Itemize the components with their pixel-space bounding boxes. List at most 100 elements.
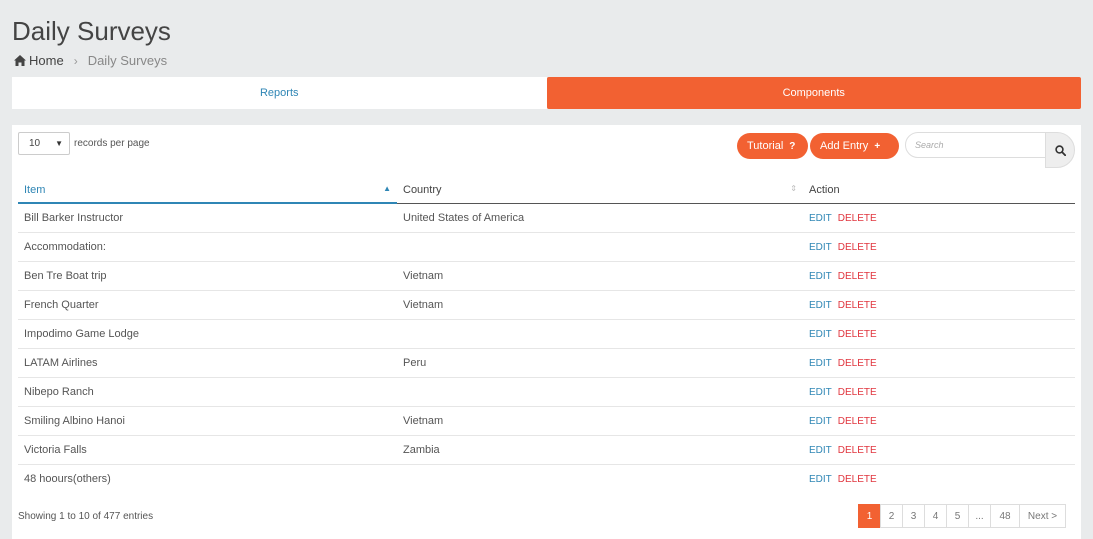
sort-ascending-icon: ▲ xyxy=(383,184,391,193)
question-icon: ? xyxy=(789,140,796,152)
cell-item: Smiling Albino Hanoi xyxy=(18,406,397,436)
breadcrumb-home-label: Home xyxy=(29,53,64,68)
edit-link[interactable]: EDIT xyxy=(809,213,832,224)
entries-table: Item ▲ Country ⇕ Action Bill Barker Inst… xyxy=(18,177,1075,493)
table-row: Accommodation: EDIT DELETE xyxy=(18,232,1075,262)
delete-link[interactable]: DELETE xyxy=(838,242,877,253)
table-row: Nibepo Ranch EDIT DELETE xyxy=(18,377,1075,407)
delete-link[interactable]: DELETE xyxy=(838,300,877,311)
table-row: 48 hoours(others) EDIT DELETE xyxy=(18,464,1075,493)
column-header-country-label: Country xyxy=(403,183,442,196)
page-button-48[interactable]: 48 xyxy=(990,504,1020,528)
cell-item: Victoria Falls xyxy=(18,435,397,465)
page-title: Daily Surveys xyxy=(12,16,171,46)
page-button-4[interactable]: 4 xyxy=(924,504,947,528)
table-row: French Quarter Vietnam EDIT DELETE xyxy=(18,290,1075,320)
edit-link[interactable]: EDIT xyxy=(809,445,832,456)
caret-down-icon: ▼ xyxy=(55,139,63,148)
edit-link[interactable]: EDIT xyxy=(809,387,832,398)
edit-link[interactable]: EDIT xyxy=(809,416,832,427)
cell-country xyxy=(397,232,803,262)
cell-item: LATAM Airlines xyxy=(18,348,397,378)
search-icon xyxy=(1054,144,1066,156)
edit-link[interactable]: EDIT xyxy=(809,358,832,369)
table-row: Victoria Falls Zambia EDIT DELETE xyxy=(18,435,1075,465)
cell-item: Bill Barker Instructor xyxy=(18,203,397,233)
cell-country: Vietnam xyxy=(397,290,803,320)
edit-link[interactable]: EDIT xyxy=(809,271,832,282)
add-entry-button[interactable]: Add Entry + xyxy=(810,133,899,159)
page-ellipsis: ... xyxy=(968,504,991,528)
pagination: 1 2 3 4 5 ... 48 Next > xyxy=(858,504,1066,528)
delete-link[interactable]: DELETE xyxy=(838,474,877,485)
cell-country: Vietnam xyxy=(397,406,803,436)
cell-country: Peru xyxy=(397,348,803,378)
records-per-page-value: 10 xyxy=(29,138,41,149)
cell-action: EDIT DELETE xyxy=(803,203,1075,233)
page-button-2[interactable]: 2 xyxy=(880,504,903,528)
column-header-action-label: Action xyxy=(809,183,840,196)
cell-action: EDIT DELETE xyxy=(803,464,1075,493)
search-input[interactable] xyxy=(905,132,1050,158)
plus-icon: + xyxy=(874,140,881,152)
tutorial-button[interactable]: Tutorial ? xyxy=(737,133,808,159)
cell-country xyxy=(397,319,803,349)
table-row: Impodimo Game Lodge EDIT DELETE xyxy=(18,319,1075,349)
edit-link[interactable]: EDIT xyxy=(809,329,832,340)
edit-link[interactable]: EDIT xyxy=(809,474,832,485)
cell-item: 48 hoours(others) xyxy=(24,472,111,485)
column-header-action: Action xyxy=(803,177,1075,204)
cell-action: EDIT DELETE xyxy=(803,348,1075,378)
records-per-page-select[interactable]: 10 ▼ xyxy=(18,132,70,155)
breadcrumb-home[interactable]: Home xyxy=(14,53,64,68)
chevron-right-icon: › xyxy=(73,53,78,68)
edit-link[interactable]: EDIT xyxy=(809,300,832,311)
column-header-country[interactable]: Country ⇕ xyxy=(397,177,803,204)
cell-action: EDIT DELETE xyxy=(803,232,1075,262)
page-button-5[interactable]: 5 xyxy=(946,504,969,528)
table-row: LATAM Airlines Peru EDIT DELETE xyxy=(18,348,1075,378)
cell-country: Vietnam xyxy=(397,261,803,291)
records-per-page-control: 10 ▼ records per page xyxy=(18,132,150,155)
cell-action: EDIT DELETE xyxy=(803,377,1075,407)
delete-link[interactable]: DELETE xyxy=(838,213,877,224)
delete-link[interactable]: DELETE xyxy=(838,416,877,427)
records-per-page-label: records per page xyxy=(74,138,150,149)
home-icon xyxy=(14,55,26,66)
delete-link[interactable]: DELETE xyxy=(838,445,877,456)
tab-bar: Reports Components xyxy=(12,77,1081,109)
column-header-item[interactable]: Item ▲ xyxy=(18,177,397,204)
tutorial-label: Tutorial xyxy=(747,140,784,152)
delete-link[interactable]: DELETE xyxy=(838,387,877,398)
column-header-item-label: Item xyxy=(24,183,46,196)
edit-link[interactable]: EDIT xyxy=(809,242,832,253)
sort-both-icon: ⇕ xyxy=(790,184,797,193)
delete-link[interactable]: DELETE xyxy=(838,329,877,340)
cell-country: United States of America xyxy=(397,203,803,233)
cell-item: French Quarter xyxy=(18,290,397,320)
entries-info: Showing 1 to 10 of 477 entries xyxy=(18,511,154,522)
cell-action: EDIT DELETE xyxy=(803,319,1075,349)
cell-item: Accommodation: xyxy=(18,232,397,262)
table-header-row: Item ▲ Country ⇕ Action xyxy=(18,177,1075,204)
page-button-1[interactable]: 1 xyxy=(858,504,881,528)
search-button[interactable] xyxy=(1045,132,1075,168)
cell-action: EDIT DELETE xyxy=(803,406,1075,436)
table-row: Bill Barker Instructor United States of … xyxy=(18,203,1075,233)
tab-components[interactable]: Components xyxy=(546,77,1081,109)
table-row: Ben Tre Boat trip Vietnam EDIT DELETE xyxy=(18,261,1075,291)
page-button-3[interactable]: 3 xyxy=(902,504,925,528)
delete-link[interactable]: DELETE xyxy=(838,358,877,369)
next-page-button[interactable]: Next > xyxy=(1019,504,1066,528)
tab-reports[interactable]: Reports xyxy=(12,77,547,109)
cell-item: Impodimo Game Lodge xyxy=(18,319,397,349)
cell-item: Nibepo Ranch xyxy=(18,377,397,407)
breadcrumb: Home › Daily Surveys xyxy=(14,53,167,68)
cell-item: Ben Tre Boat trip xyxy=(18,261,397,291)
breadcrumb-current: Daily Surveys xyxy=(87,53,168,68)
add-entry-label: Add Entry xyxy=(820,140,869,152)
delete-link[interactable]: DELETE xyxy=(838,271,877,282)
cell-country xyxy=(397,464,803,493)
cell-action: EDIT DELETE xyxy=(803,290,1075,320)
cell-action: EDIT DELETE xyxy=(803,435,1075,465)
